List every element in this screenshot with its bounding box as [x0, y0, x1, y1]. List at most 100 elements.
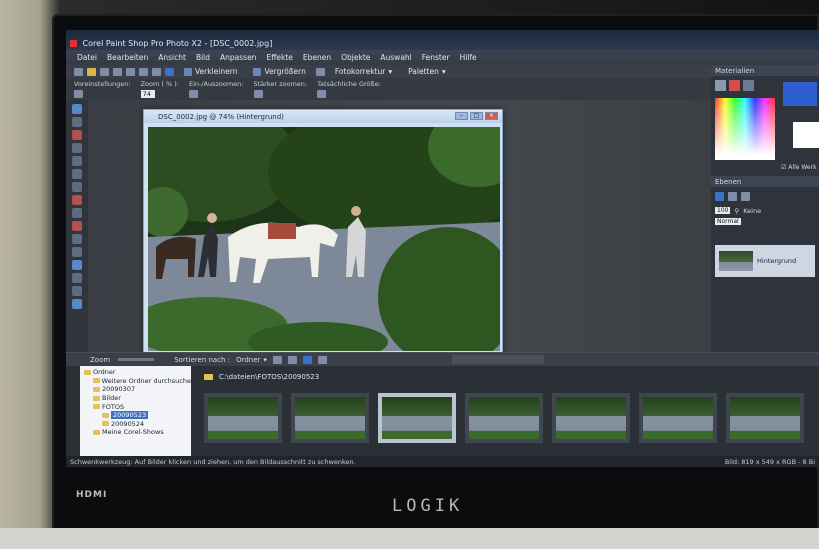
info-icon[interactable]: [165, 67, 174, 76]
layer-options-icon[interactable]: [728, 191, 737, 201]
menu-ebenen[interactable]: Ebenen: [298, 53, 336, 62]
new-icon[interactable]: [74, 67, 83, 76]
menu-objekte[interactable]: Objekte: [336, 53, 375, 62]
photo-thumbnail[interactable]: [726, 393, 804, 443]
right-palettes: Materialien ☑ Alle Werk Ebenen 100 ⚲ Kei…: [711, 65, 819, 352]
tree-node[interactable]: 20090307: [80, 385, 191, 394]
menu-ansicht[interactable]: Ansicht: [153, 53, 191, 62]
makeover-tool-icon[interactable]: [72, 195, 82, 205]
grid-icon[interactable]: [315, 67, 325, 76]
tree-node[interactable]: Meine Corel-Shows: [80, 428, 191, 437]
photo-thumbnail[interactable]: [465, 393, 543, 443]
menu-bild[interactable]: Bild: [191, 53, 215, 62]
undo-icon[interactable]: [139, 67, 148, 76]
image-window[interactable]: DSC_0002.jpg @ 74% (Hintergrund) – □ ×: [143, 109, 503, 354]
blend-mode-select[interactable]: Normal: [715, 218, 741, 225]
redo-icon[interactable]: [152, 67, 161, 76]
maximize-icon[interactable]: □: [470, 112, 483, 120]
zoom-out-icon: [184, 67, 192, 76]
zoom-slider[interactable]: [118, 358, 155, 361]
presets-icon[interactable]: [74, 90, 83, 98]
folder-tree: Ordner Weitere Ordner durchsuche 20090307 B…: [80, 366, 191, 456]
pen-tool-icon[interactable]: [72, 299, 82, 309]
actual-size-icon[interactable]: [317, 90, 327, 98]
photo-thumbnail[interactable]: [204, 393, 282, 443]
menu-hilfe[interactable]: Hilfe: [455, 53, 482, 62]
zoom-more-icon[interactable]: [253, 90, 263, 98]
all-tools-checkbox[interactable]: ☑ Alle Werk: [781, 164, 817, 171]
blend-mode-row: Normal: [711, 216, 819, 227]
menu-fenster[interactable]: Fenster: [417, 53, 455, 62]
dropper-tool-icon[interactable]: [72, 143, 82, 153]
print-icon[interactable]: [126, 67, 135, 76]
new-layer-icon[interactable]: [715, 191, 724, 201]
fill-tool-icon[interactable]: [72, 260, 82, 270]
color-spectrum[interactable]: [715, 98, 775, 160]
delete-layer-icon[interactable]: [741, 191, 750, 201]
scan-icon[interactable]: [113, 67, 122, 76]
photo-canvas[interactable]: [148, 127, 500, 351]
move-tool-icon[interactable]: [72, 169, 82, 179]
tools-palette: [66, 100, 88, 352]
swatch-tab-icon[interactable]: [715, 80, 726, 91]
tree-node[interactable]: 20090524: [80, 420, 191, 429]
info-icon[interactable]: [302, 355, 312, 364]
zoom-inout-icon[interactable]: [188, 90, 198, 98]
red-eye-tool-icon[interactable]: [72, 130, 82, 140]
selection-tool-icon[interactable]: [72, 182, 82, 192]
tool-options-bar: Voreinstellungen: Zoom ( % ): 74 Ein-/Au…: [66, 78, 711, 100]
photo-thumbnail[interactable]: [552, 393, 630, 443]
tree-node-label: Ordner: [93, 368, 116, 377]
close-icon[interactable]: ×: [485, 112, 498, 120]
menu-anpassen[interactable]: Anpassen: [215, 53, 261, 62]
folder-icon: [93, 429, 100, 435]
eraser-tool-icon[interactable]: [72, 234, 82, 244]
zoom-out-button[interactable]: Verkleinern: [178, 67, 243, 76]
tree-node[interactable]: Bilder: [80, 394, 191, 403]
organizer-search[interactable]: [452, 355, 544, 364]
background-color[interactable]: [793, 122, 819, 148]
pick-tool-icon[interactable]: [72, 117, 82, 127]
photo-thumbnail[interactable]: [291, 393, 369, 443]
save-icon[interactable]: [100, 67, 109, 76]
select-all-icon[interactable]: [287, 355, 297, 364]
lighten-tool-icon[interactable]: [72, 247, 82, 257]
paletten-dropdown[interactable]: Paletten ▾: [402, 67, 452, 76]
crop-tool-icon[interactable]: [72, 156, 82, 166]
view-icon[interactable]: [272, 355, 282, 364]
zoom-in-label: Vergrößern: [264, 67, 306, 76]
pan-tool-icon[interactable]: [72, 104, 82, 114]
layer-item[interactable]: Hintergrund: [715, 245, 815, 277]
zoom-in-button[interactable]: Vergrößern: [247, 67, 311, 76]
tree-node[interactable]: 20090523: [80, 411, 191, 420]
foreground-color[interactable]: [783, 82, 817, 106]
layers-title: Ebenen: [711, 176, 819, 187]
minimize-icon[interactable]: –: [455, 112, 468, 120]
photo-thumbnail[interactable]: [378, 393, 456, 443]
menu-datei[interactable]: Datei: [72, 53, 102, 62]
layer-opacity-field[interactable]: 100: [715, 207, 731, 214]
all-tools-label: Alle Werk: [788, 164, 817, 171]
tree-node[interactable]: Ordner: [80, 368, 191, 377]
open-folder-icon[interactable]: [87, 67, 96, 76]
clone-tool-icon[interactable]: [72, 208, 82, 218]
tree-node[interactable]: FOTOS: [80, 402, 191, 411]
tree-node[interactable]: Weitere Ordner durchsuche: [80, 377, 191, 386]
texture-tab-icon[interactable]: [743, 80, 754, 91]
zoom-label: Zoom: [90, 355, 111, 364]
photo-thumbnail[interactable]: [639, 393, 717, 443]
palette-tab-icon[interactable]: [729, 80, 740, 91]
print-icon[interactable]: [317, 355, 327, 364]
zoom-percent-field[interactable]: 74: [140, 90, 155, 98]
zoom-out-label: Verkleinern: [195, 67, 238, 76]
menu-bearbeiten[interactable]: Bearbeiten: [102, 53, 153, 62]
sort-dropdown[interactable]: Ordner ▾: [236, 356, 267, 364]
link-icon[interactable]: ⚲: [734, 207, 739, 215]
shape-tool-icon[interactable]: [72, 286, 82, 296]
menu-effekte[interactable]: Effekte: [261, 53, 297, 62]
fotokorrektur-dropdown[interactable]: Fotokorrektur ▾: [329, 67, 398, 76]
image-window-caption: DSC_0002.jpg @ 74% (Hintergrund) – □ ×: [144, 110, 502, 123]
menu-auswahl[interactable]: Auswahl: [375, 53, 416, 62]
text-tool-icon[interactable]: [72, 273, 82, 283]
paint-brush-icon[interactable]: [72, 221, 82, 231]
